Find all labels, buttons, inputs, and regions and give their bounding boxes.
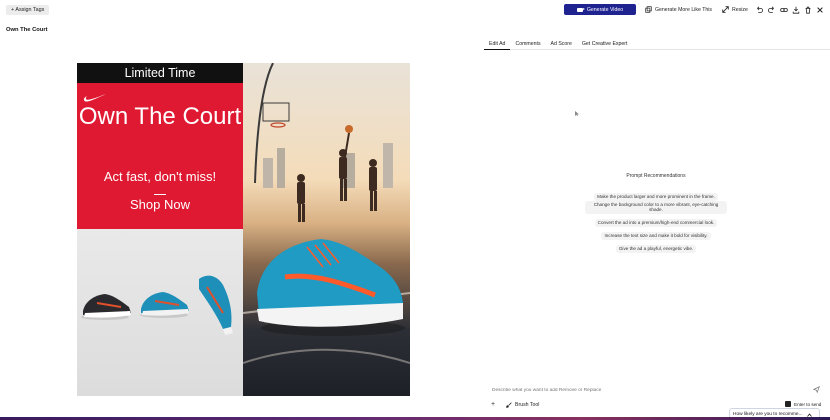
- ad-headline: Own The Court: [78, 103, 242, 130]
- generate-video-button[interactable]: Generate Video: [564, 4, 636, 15]
- basketball-court-image: [243, 63, 410, 364]
- ad-product-panel: [77, 229, 243, 396]
- brush-tool-label: Brush Tool: [515, 402, 540, 408]
- assign-tags-button[interactable]: + Assign Tags: [6, 5, 50, 15]
- page-title: Own The Court: [6, 27, 48, 33]
- resize-label: Resize: [732, 6, 748, 13]
- ad-divider: [154, 194, 166, 195]
- generate-more-button[interactable]: Generate More Like This: [645, 4, 712, 15]
- ad-banner: Limited Time: [77, 63, 243, 83]
- tab-comments[interactable]: Comments: [510, 39, 545, 50]
- shoe-lineup-image: [81, 275, 233, 335]
- video-camera-icon: [576, 7, 585, 12]
- brush-tool-button[interactable]: Brush Tool: [506, 402, 539, 408]
- send-icon[interactable]: [813, 386, 820, 393]
- enter-to-send-toggle[interactable]: Enter to send: [785, 401, 821, 407]
- resize-icon: [722, 6, 729, 13]
- enter-to-send-label: Enter to send: [794, 401, 822, 407]
- tab-edit-ad[interactable]: Edit Ad: [484, 39, 511, 50]
- resize-button[interactable]: Resize: [722, 4, 748, 15]
- swoosh-logo-icon: [83, 94, 106, 102]
- undo-icon[interactable]: [754, 5, 763, 14]
- add-button[interactable]: +: [491, 401, 497, 408]
- tab-creative-expert[interactable]: Get Creative Expert: [577, 39, 633, 50]
- tab-ad-score[interactable]: Ad Score: [546, 39, 577, 50]
- brush-icon: [506, 402, 512, 408]
- ad-cta: Shop Now: [130, 197, 190, 212]
- link-icon[interactable]: [779, 5, 788, 14]
- checkbox-icon: [785, 401, 791, 407]
- ad-hero-photo: [243, 63, 410, 396]
- copy-icon: [645, 6, 652, 13]
- trash-icon[interactable]: [803, 5, 812, 14]
- generate-video-label: Generate Video: [586, 6, 624, 13]
- mouse-cursor-icon: [575, 111, 579, 116]
- recommendation-chip[interactable]: Give the ad a playful, energetic vibe.: [615, 244, 697, 253]
- close-icon[interactable]: [815, 5, 824, 14]
- ad-canvas[interactable]: Limited Time Own The Court Act fast, don…: [77, 63, 410, 396]
- editor-tabs: Edit Ad Comments Ad Score Get Creative E…: [484, 39, 830, 50]
- ad-subline: Act fast, don't miss!: [103, 169, 217, 184]
- prompt-input[interactable]: [492, 386, 812, 394]
- generate-more-label: Generate More Like This: [655, 6, 712, 13]
- prompt-recommendations: Prompt Recommendations Make the product …: [585, 173, 727, 253]
- download-icon[interactable]: [791, 5, 800, 14]
- ad-red-panel: Own The Court Act fast, don't miss! Shop…: [77, 83, 243, 229]
- prompt-recommendations-header: Prompt Recommendations: [626, 173, 686, 179]
- chevron-up-icon: [806, 412, 812, 417]
- redo-icon[interactable]: [767, 5, 776, 14]
